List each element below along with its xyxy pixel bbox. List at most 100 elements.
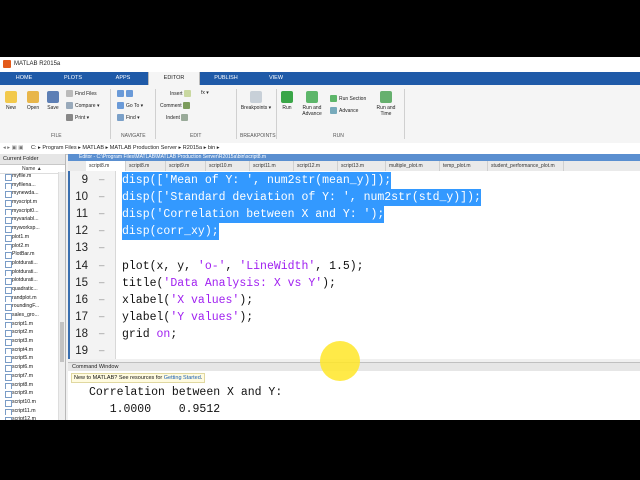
file-list-item[interactable]: script3.m [0,337,58,346]
go-to-button[interactable]: Go To ▾ [117,102,143,109]
find-files-button[interactable]: Find Files [66,90,97,97]
new-button[interactable]: New [3,91,19,111]
file-list-item[interactable]: myfilena... [0,181,58,190]
code-editor[interactable]: 9 — disp(['Mean of Y: ', num2str(mean_y)])… [68,171,640,359]
breakpoint-marker[interactable]: — [99,343,104,360]
tab-home[interactable]: HOME [4,72,44,85]
editor-tab[interactable]: script10.m [206,161,250,171]
file-list-item[interactable]: myscript0... [0,207,58,216]
file-list-item[interactable]: script9.m [0,389,58,398]
breakpoints-button[interactable]: Breakpoints ▾ [240,91,272,111]
compare-button[interactable]: Compare ▾ [66,102,99,109]
code-line[interactable]: 11 — disp('Correlation between X and Y: ')… [70,206,640,224]
file-list-item[interactable]: myvariabl... [0,215,58,225]
file-list-item[interactable]: plot1.m [0,233,58,242]
editor-tab[interactable]: student_performance_plot.m [488,161,564,171]
file-list-item[interactable]: script4.m [0,346,58,355]
file-list-item[interactable]: plotdurati... [0,268,58,277]
comment-button[interactable]: Comment [160,102,192,109]
scrollbar-thumb[interactable] [60,322,64,362]
fx-button[interactable]: fx ▾ [201,90,209,96]
code-line[interactable]: 14 — plot(x, y, 'o-', 'LineWidth', 1.5); [70,258,640,275]
file-list-item[interactable]: myscript.m [0,198,58,207]
find-button[interactable]: Find ▾ [117,114,140,121]
file-list-item[interactable]: randplot.m [0,294,58,303]
file-list-item[interactable]: script5.m [0,354,58,364]
file-list-item[interactable]: script11.m [0,407,58,416]
run-button[interactable]: Run [280,91,294,111]
address-path[interactable]: C: ▸ Program Files ▸ MATLAB ▸ MATLAB Pro… [25,145,219,151]
file-list-item[interactable]: script6.m [0,363,58,372]
run-section-button[interactable]: Run Section [330,95,366,102]
command-window[interactable]: New to MATLAB? See resources for Getting… [68,371,640,420]
code-line[interactable]: 16 — xlabel('X values'); [70,292,640,309]
file-list-item[interactable]: script2.m [0,328,58,338]
breakpoint-marker[interactable]: — [99,240,104,257]
file-list-item[interactable]: mynewda... [0,189,58,199]
code-token: disp(corr_xy); [122,225,219,239]
m-file-icon [5,347,12,355]
code-line[interactable]: 17 — ylabel('Y values'); [70,309,640,326]
code-line[interactable]: 12 — disp(corr_xy); [70,223,640,241]
tab-editor[interactable]: EDITOR [148,72,200,85]
editor-tab[interactable]: script11.m [250,161,294,171]
breakpoint-marker[interactable]: — [99,309,104,326]
editor-tab[interactable]: script9.m [166,161,206,171]
file-list-item[interactable]: PlotBar.m [0,250,58,259]
insert-button[interactable]: Insert [170,90,193,97]
file-list-item[interactable]: plotdurati... [0,259,58,268]
file-list-item[interactable]: plotdurati... [0,276,58,285]
breakpoint-marker[interactable]: — [99,292,104,309]
editor-tab[interactable]: script13.m [338,161,386,171]
print-button[interactable]: Print ▾ [66,114,89,121]
line-number: 9 [81,174,88,186]
breakpoint-marker[interactable]: — [99,223,104,240]
code-line[interactable]: 15 — title('Data Analysis: X vs Y'); [70,275,640,292]
editor-tab[interactable]: temp_plot.m [440,161,488,171]
breakpoint-marker[interactable]: — [99,206,104,223]
indent-button[interactable]: Indent [166,114,190,121]
editor-tab[interactable]: script12.m [294,161,338,171]
file-list-item[interactable]: script7.m [0,372,58,381]
run-and-advance-button[interactable]: Run and Advance [300,91,324,117]
file-list-item[interactable]: sales_gro... [0,311,58,320]
code-line[interactable]: 10 — disp(['Standard deviation of Y: ', nu… [70,189,640,207]
file-list-item[interactable]: quadratic... [0,285,58,294]
editor-tab[interactable]: script8.m [86,161,126,171]
back-forward-buttons[interactable] [117,90,135,97]
breakpoint-marker[interactable]: — [99,275,104,292]
code-line[interactable]: 13 — [70,240,640,257]
run-and-time-button[interactable]: Run and Time [374,91,398,117]
editor-tab[interactable]: multiple_plot.m [386,161,440,171]
tab-publish[interactable]: PUBLISH [202,72,250,85]
file-list-item[interactable]: script1.m [0,320,58,329]
code-line[interactable]: 18 — grid on; [70,326,640,343]
tab-apps[interactable]: APPS [100,72,146,85]
file-list-scrollbar[interactable] [58,172,65,420]
file-list-item[interactable]: script10.m [0,398,58,407]
file-list-item[interactable]: plot2.m [0,242,58,251]
file-list-item[interactable]: script12.m [0,415,58,420]
save-button[interactable]: Save [45,91,61,111]
code-text: disp('Correlation between X and Y: '); [122,206,385,224]
file-list-item[interactable]: myworksp... [0,224,58,233]
code-text: disp(['Mean of Y: ', num2str(mean_y)]); [122,172,392,190]
open-button[interactable]: Open [24,91,42,111]
getting-started-link[interactable]: Getting Started [164,375,201,381]
file-list-item[interactable]: roundingF... [0,302,58,311]
editor-tab[interactable]: script8.m [126,161,166,171]
new-icon [5,91,17,103]
code-line[interactable]: 9 — disp(['Mean of Y: ', num2str(mean_y)])… [70,172,640,190]
breakpoint-marker[interactable]: — [99,326,104,343]
code-token: plot(x, y, [122,259,198,273]
breakpoint-marker[interactable]: — [99,172,104,189]
tab-plots[interactable]: PLOTS [50,72,96,85]
file-list-item[interactable]: myfile.m [0,172,58,181]
advance-button[interactable]: Advance [330,107,358,114]
file-list-item[interactable]: script8.m [0,381,58,390]
breakpoint-marker[interactable]: — [99,258,104,275]
nav-arrows-icon[interactable]: ◂ ▸ ▣ ▣ [0,145,24,151]
tab-view[interactable]: VIEW [254,72,298,85]
code-token: disp( [122,208,157,222]
breakpoint-marker[interactable]: — [99,189,104,206]
